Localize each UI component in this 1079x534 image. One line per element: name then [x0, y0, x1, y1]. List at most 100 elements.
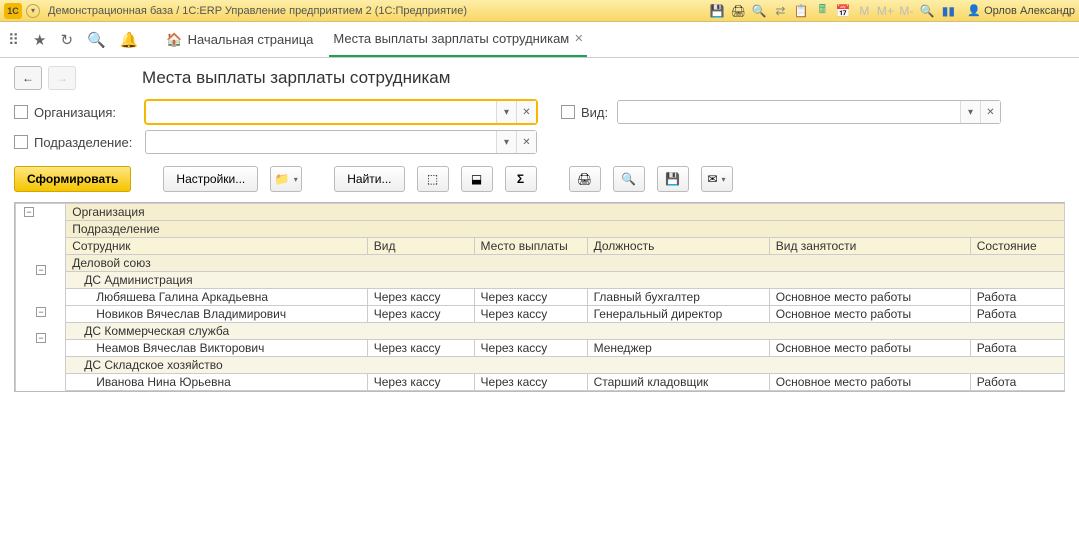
- calendar-icon[interactable]: 📅: [835, 3, 851, 19]
- cell-st: Работа: [970, 340, 1064, 357]
- cell-vid: Через кассу: [367, 374, 474, 391]
- tree-expand-g1c[interactable]: −: [36, 333, 46, 343]
- cell-place: Через кассу: [474, 289, 587, 306]
- cell-et: Основное место работы: [769, 374, 970, 391]
- header-org: Организация: [66, 204, 1065, 221]
- preview-icon[interactable]: 🔍: [751, 3, 767, 19]
- tab-salary-places[interactable]: Места выплаты зарплаты сотрудникам ✕: [329, 22, 587, 57]
- sum-button[interactable]: Σ: [505, 166, 537, 192]
- sub-checkbox[interactable]: [14, 135, 28, 149]
- calculator-icon[interactable]: 🖩: [814, 3, 830, 19]
- header-state: Состояние: [970, 238, 1064, 255]
- group-sub[interactable]: ДС Коммерческая служба: [66, 323, 1065, 340]
- user-label[interactable]: 👤 Орлов Александр: [967, 4, 1075, 17]
- cell-vid: Через кассу: [367, 340, 474, 357]
- collapse-all-button[interactable]: ⬓: [461, 166, 493, 192]
- save-icon[interactable]: 💾: [709, 3, 725, 19]
- panels-icon[interactable]: ▮▮: [940, 3, 956, 19]
- titlebar: 1C ▾ Демонстрационная база / 1С:ERP Упра…: [0, 0, 1079, 22]
- zoom-icon[interactable]: 🔍: [919, 3, 935, 19]
- cell-place: Через кассу: [474, 340, 587, 357]
- cell-st: Работа: [970, 374, 1064, 391]
- print-button[interactable]: 🖨: [569, 166, 601, 192]
- compare-icon[interactable]: ⇄: [772, 3, 788, 19]
- sub-input[interactable]: [146, 131, 496, 153]
- save-report-button[interactable]: 💾: [657, 166, 689, 192]
- cell-emp: Иванова Нина Юрьевна: [66, 374, 368, 391]
- notifications-icon[interactable]: 🔔: [120, 31, 139, 49]
- m-minus-button[interactable]: M-: [898, 3, 914, 19]
- header-place: Место выплаты: [474, 238, 587, 255]
- vid-input[interactable]: [618, 101, 960, 123]
- home-icon: 🏠: [166, 32, 182, 48]
- org-checkbox[interactable]: [14, 105, 28, 119]
- settings-button[interactable]: Настройки...: [163, 166, 258, 192]
- form-button[interactable]: Сформировать: [14, 166, 131, 192]
- table-row[interactable]: Новиков Вячеслав Владимирович Через касс…: [16, 306, 1065, 323]
- m-plus-button[interactable]: M+: [877, 3, 893, 19]
- group-sub[interactable]: ДС Администрация: [66, 272, 1065, 289]
- cell-et: Основное место работы: [769, 306, 970, 323]
- table-row[interactable]: Неамов Вячеслав Викторович Через кассу Ч…: [16, 340, 1065, 357]
- org-label: Организация:: [34, 105, 139, 120]
- cell-et: Основное место работы: [769, 340, 970, 357]
- header-position: Должность: [587, 238, 769, 255]
- cell-st: Работа: [970, 289, 1064, 306]
- print-icon[interactable]: 🖨: [730, 3, 746, 19]
- cell-emp: Неамов Вячеслав Викторович: [66, 340, 368, 357]
- org-input-wrap: ▾ ✕: [145, 100, 537, 124]
- cell-pos: Менеджер: [587, 340, 769, 357]
- header-emptype: Вид занятости: [769, 238, 970, 255]
- preview-button[interactable]: 🔍: [613, 166, 645, 192]
- org-dropdown-button[interactable]: ▾: [496, 101, 516, 123]
- tree-expand-g1a[interactable]: −: [36, 265, 46, 275]
- history-icon[interactable]: ↻: [60, 31, 73, 49]
- apps-icon[interactable]: ⠿: [8, 31, 19, 49]
- app-menu-dropdown[interactable]: ▾: [26, 4, 40, 18]
- cell-et: Основное место работы: [769, 289, 970, 306]
- user-icon: 👤: [967, 4, 981, 17]
- sub-clear-button[interactable]: ✕: [516, 131, 536, 153]
- cell-vid: Через кассу: [367, 289, 474, 306]
- vid-checkbox[interactable]: [561, 105, 575, 119]
- table-row[interactable]: Иванова Нина Юрьевна Через кассу Через к…: [16, 374, 1065, 391]
- main-toolbar: ⠿ ★ ↻ 🔍 🔔 🏠 Начальная страница Места вып…: [0, 22, 1079, 58]
- find-button[interactable]: Найти...: [334, 166, 404, 192]
- vid-clear-button[interactable]: ✕: [980, 101, 1000, 123]
- nav-forward-button[interactable]: →: [48, 66, 76, 90]
- sub-dropdown-button[interactable]: ▾: [496, 131, 516, 153]
- cell-place: Через кассу: [474, 306, 587, 323]
- cell-pos: Старший кладовщик: [587, 374, 769, 391]
- vid-label: Вид:: [581, 105, 611, 120]
- tab-salary-places-label: Места выплаты зарплаты сотрудникам: [333, 31, 569, 46]
- group-org[interactable]: Деловой союз: [66, 255, 1065, 272]
- org-clear-button[interactable]: ✕: [516, 101, 536, 123]
- tree-expand-root[interactable]: −: [24, 207, 34, 217]
- send-button[interactable]: ✉▾: [701, 166, 733, 192]
- close-icon[interactable]: ✕: [574, 32, 583, 45]
- org-input[interactable]: [146, 101, 496, 123]
- cell-pos: Главный бухгалтер: [587, 289, 769, 306]
- vid-input-wrap: ▾ ✕: [617, 100, 1001, 124]
- favorite-icon[interactable]: ★: [33, 31, 46, 49]
- table-row[interactable]: Любяшева Галина Аркадьевна Через кассу Ч…: [16, 289, 1065, 306]
- cell-pos: Генеральный директор: [587, 306, 769, 323]
- app-logo: 1C: [4, 3, 22, 19]
- user-name: Орлов Александр: [984, 5, 1075, 17]
- header-sub: Подразделение: [66, 221, 1065, 238]
- cell-vid: Через кассу: [367, 306, 474, 323]
- nav-back-button[interactable]: ←: [14, 66, 42, 90]
- clipboard-icon[interactable]: 📋: [793, 3, 809, 19]
- m-recall-button[interactable]: M: [856, 3, 872, 19]
- vid-dropdown-button[interactable]: ▾: [960, 101, 980, 123]
- cell-emp: Любяшева Галина Аркадьевна: [66, 289, 368, 306]
- variants-button[interactable]: 📁▾: [270, 166, 302, 192]
- tab-home-label: Начальная страница: [188, 32, 314, 47]
- tree-expand-g1b[interactable]: −: [36, 307, 46, 317]
- group-sub[interactable]: ДС Складское хозяйство: [66, 357, 1065, 374]
- page-title: Места выплаты зарплаты сотрудникам: [142, 68, 450, 88]
- tab-home[interactable]: 🏠 Начальная страница: [162, 22, 317, 57]
- search-icon[interactable]: 🔍: [87, 31, 106, 49]
- expand-all-button[interactable]: ⬚: [417, 166, 449, 192]
- cell-place: Через кассу: [474, 374, 587, 391]
